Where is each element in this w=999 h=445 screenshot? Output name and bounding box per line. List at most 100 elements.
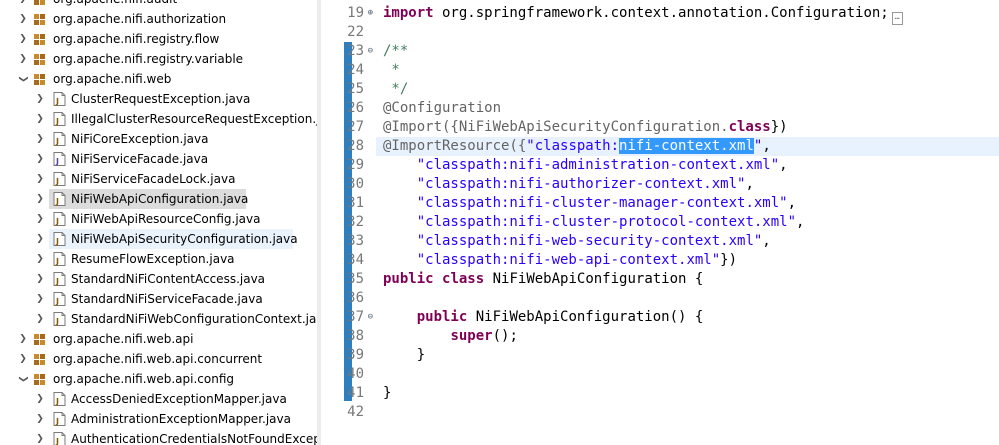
tree-item-file[interactable]: ❯ J NiFiServiceFacade.java (0, 149, 317, 169)
tree-item-package[interactable]: ❯ org.apache.nifi.registry.variable (0, 49, 317, 69)
line-number: 26 (347, 100, 364, 116)
code-line-current[interactable]: @ImportResource({"classpath:nifi-context… (376, 137, 999, 156)
code-line[interactable]: "classpath:nifi-cluster-protocol-context… (383, 213, 805, 232)
code-line[interactable]: "classpath:nifi-web-security-context.xml… (383, 232, 771, 251)
tree-item-label: org.apache.nifi.web.api.concurrent (53, 352, 263, 366)
chevron-right-icon[interactable]: ❯ (34, 409, 46, 429)
code-line[interactable]: } (383, 346, 425, 365)
tree-item-label: ClusterRequestException.java (71, 92, 251, 106)
fold-collapse-icon[interactable]: ⊖ (364, 308, 373, 327)
tree-item-file[interactable]: ❯ J NiFiServiceFacadeLock.java (0, 169, 317, 189)
package-icon (34, 14, 45, 25)
code-line[interactable]: * (383, 61, 399, 80)
tree-item-file[interactable]: ❯ J StandardNiFiContentAccess.java (0, 269, 317, 289)
fold-collapse-icon[interactable]: ⊖ (364, 42, 373, 61)
tree-item-package[interactable]: ❯ org.apache.nifi.authorization (0, 9, 317, 29)
chevron-right-icon[interactable]: ❯ (34, 209, 46, 229)
tree-item-package[interactable]: ❯ org.apache.nifi.web.api.config (0, 369, 317, 389)
tree-item-file[interactable]: ❯ J AdministrationExceptionMapper.java (0, 409, 317, 429)
line-number: 33 (347, 233, 364, 249)
chevron-right-icon[interactable]: ❯ (34, 149, 46, 169)
chevron-right-icon[interactable]: ❯ (34, 429, 46, 445)
tree-item-label: NiFiWebApiResourceConfig.java (71, 212, 261, 226)
tree-item-file-selected[interactable]: ❯ J NiFiWebApiConfiguration.java (36, 189, 248, 209)
package-icon (34, 54, 45, 65)
tree-item-file[interactable]: ❯ J AccessDeniedExceptionMapper.java (0, 389, 317, 409)
java-file-icon: J (53, 312, 66, 326)
code-line[interactable]: */ (383, 80, 408, 99)
chevron-right-icon[interactable]: ❯ (34, 89, 46, 109)
tree-item-package[interactable]: ❯ org.apache.nifi.web.api.concurrent (0, 349, 317, 369)
tree-item-package[interactable]: ❯ org.apache.nifi.audit (0, 0, 317, 9)
chevron-right-icon[interactable]: ❯ (34, 109, 46, 129)
tree-item-file[interactable]: ❯ J NiFiWebApiResourceConfig.java (0, 209, 317, 229)
java-file-icon: J (53, 252, 66, 266)
tree-item-label: org.apache.nifi.authorization (53, 12, 227, 26)
tree-item-label: org.apache.nifi.web.api.config (53, 372, 235, 386)
selected-text[interactable]: nifi-context.xml (619, 138, 754, 154)
line-number: 36 (347, 290, 364, 306)
tree-item-label: NiFiServiceFacade.java (71, 152, 209, 166)
folded-code-icon[interactable]: … (891, 12, 903, 25)
tree-item-file[interactable]: ❯ J StandardNiFiWebConfigurationContext.… (0, 309, 317, 329)
tree-item-file[interactable]: ❯ J ClusterRequestException.java (0, 89, 317, 109)
svg-text:J: J (55, 137, 59, 146)
chevron-right-icon[interactable]: ❯ (34, 269, 46, 289)
chevron-right-icon[interactable]: ❯ (34, 249, 46, 269)
line-number: 24 (347, 62, 364, 78)
fold-expand-icon[interactable]: ⊕ (364, 4, 373, 23)
chevron-right-icon[interactable]: ❯ (17, 49, 29, 69)
tree-item-package[interactable]: ❯ org.apache.nifi.web (0, 69, 317, 89)
chevron-right-icon[interactable]: ❯ (34, 289, 46, 309)
code-line[interactable]: public NiFiWebApiConfiguration() { (383, 308, 704, 327)
line-number: 35 (347, 271, 364, 287)
java-file-icon: J (53, 132, 66, 146)
tree-item-file-hover[interactable]: ❯ J NiFiWebApiSecurityConfiguration.java (36, 229, 298, 249)
tree-item-file[interactable]: ❯ J NiFiCoreException.java (0, 129, 317, 149)
code-line[interactable]: public class NiFiWebApiConfiguration { (383, 270, 703, 289)
code-line[interactable]: } (383, 384, 391, 403)
code-line[interactable]: "classpath:nifi-authorizer-context.xml", (383, 175, 754, 194)
tree-item-label: org.apache.nifi.registry.flow (53, 32, 220, 46)
code-line[interactable]: "classpath:nifi-administration-context.x… (383, 156, 788, 175)
chevron-right-icon[interactable]: ❯ (17, 0, 29, 9)
java-file-icon: J (53, 392, 66, 406)
tree-item-file[interactable]: ❯ J AuthenticationCredentialsNotFoundExc… (0, 429, 317, 445)
tree-item-file[interactable]: ❯ J StandardNiFiServiceFacade.java (0, 289, 317, 309)
package-icon (34, 334, 45, 345)
code-line[interactable]: @Import({NiFiWebApiSecurityConfiguration… (383, 118, 788, 137)
svg-text:J: J (55, 437, 59, 445)
code-line[interactable]: "classpath:nifi-cluster-manager-context.… (383, 194, 796, 213)
code-line[interactable]: /** (383, 42, 408, 61)
chevron-right-icon[interactable]: ❯ (34, 309, 46, 329)
tree-item-label: org.apache.nifi.web (53, 72, 172, 86)
code-line[interactable]: super(); (383, 327, 517, 346)
svg-text:J: J (55, 417, 59, 426)
chevron-right-icon[interactable]: ❯ (17, 329, 29, 349)
chevron-down-icon[interactable]: ❯ (13, 73, 33, 85)
tree-item-file[interactable]: ❯ J IllegalClusterResourceRequestExcepti… (0, 109, 317, 129)
chevron-right-icon[interactable]: ❯ (17, 29, 29, 49)
line-number: 39 (347, 347, 364, 363)
chevron-right-icon[interactable]: ❯ (34, 129, 46, 149)
chevron-right-icon[interactable]: ❯ (17, 9, 29, 29)
chevron-right-icon[interactable]: ❯ (34, 389, 46, 409)
chevron-down-icon[interactable]: ❯ (13, 373, 33, 385)
code-editor[interactable]: 19 ⊕ 22 23 ⊖ 24 25 26 27 28 29 30 31 32 33… (321, 0, 999, 445)
code-line[interactable]: "classpath:nifi-web-api-context.xml"}) (383, 251, 737, 270)
java-file-icon: J (53, 172, 66, 186)
chevron-right-icon[interactable]: ❯ (34, 229, 46, 249)
chevron-right-icon[interactable]: ❯ (34, 169, 46, 189)
code-line[interactable]: @Configuration (383, 99, 501, 118)
svg-text:J: J (55, 177, 59, 186)
line-number: 27 (347, 119, 364, 135)
package-icon (34, 0, 45, 5)
line-number: 23 ⊖ (347, 42, 373, 61)
code-line[interactable]: import org.springframework.context.annot… (383, 4, 903, 25)
chevron-right-icon[interactable]: ❯ (17, 349, 29, 369)
chevron-right-icon[interactable]: ❯ (34, 189, 46, 209)
tree-item-package[interactable]: ❯ org.apache.nifi.web.api (0, 329, 317, 349)
java-file-icon: J (53, 232, 66, 246)
tree-item-file[interactable]: ❯ J ResumeFlowException.java (0, 249, 317, 269)
tree-item-package[interactable]: ❯ org.apache.nifi.registry.flow (0, 29, 317, 49)
